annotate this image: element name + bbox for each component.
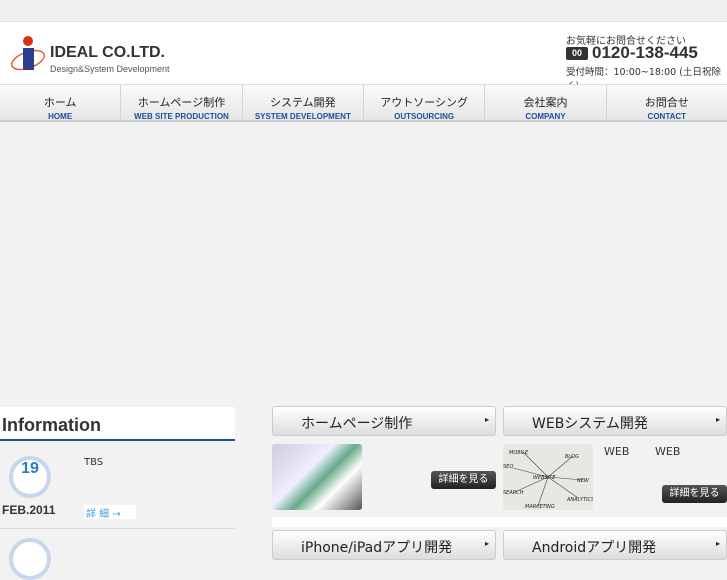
news-detail-link[interactable]: 詳 細 → <box>84 505 136 520</box>
svg-text:ANALYTICS: ANALYTICS <box>566 497 593 503</box>
nav-label: 会社案内 <box>523 96 568 109</box>
arrow-right-icon: ▸ <box>715 539 720 548</box>
svg-text:NEW: NEW <box>577 478 590 484</box>
header: IDEAL CO.LTD. Design&System Development … <box>0 22 727 92</box>
svg-text:SEARCH: SEARCH <box>503 490 524 496</box>
websystem-text: WEB <box>655 445 681 458</box>
svg-text:WEBSITE: WEBSITE <box>533 475 556 481</box>
news-date-month: FEB.2011 <box>2 503 56 517</box>
service-homepage-header[interactable]: ホームページ制作 ▸ <box>272 406 496 436</box>
nav-sub: OUTSOURCING <box>394 112 455 121</box>
arrow-right-icon: ▸ <box>715 415 720 424</box>
information-header: Information <box>0 407 235 441</box>
service-title: iPhone/iPadアプリ開発 <box>301 540 453 556</box>
svg-text:BLOG: BLOG <box>565 454 579 460</box>
homepage-detail-button[interactable]: 詳細を見る <box>431 471 496 489</box>
arrow-right-icon: ▸ <box>484 539 489 548</box>
nav-label: ホームページ制作 <box>137 96 226 109</box>
news-date-day <box>9 538 51 580</box>
nav-sub: HOME <box>48 112 73 121</box>
nav-label: ホーム <box>43 96 77 109</box>
divider <box>0 528 235 529</box>
freedial-icon: 00 <box>566 46 588 60</box>
nav-sub: COMPANY <box>525 112 566 121</box>
nav-label: アウトソーシング <box>380 96 469 109</box>
company-name: IDEAL CO.LTD. <box>50 44 165 61</box>
divider <box>272 517 727 527</box>
global-nav: ホーム HOME ホームページ制作 WEB SITE PRODUCTION システム… <box>0 84 727 122</box>
nav-website-production[interactable]: ホームページ制作 WEB SITE PRODUCTION <box>121 85 243 121</box>
nav-home[interactable]: ホーム HOME <box>0 85 122 121</box>
nav-outsourcing[interactable]: アウトソーシング OUTSOURCING <box>364 85 486 121</box>
service-android-header[interactable]: Androidアプリ開発 ▸ <box>503 530 727 560</box>
homepage-thumbnail <box>272 444 362 510</box>
company-logo[interactable] <box>10 34 50 74</box>
svg-text:MOBILE: MOBILE <box>509 450 529 456</box>
service-title: Androidアプリ開発 <box>532 540 657 556</box>
phone-number: 00 0120-138-445 <box>566 43 698 63</box>
nav-label: システム開発 <box>269 96 336 109</box>
svg-text:SEO: SEO <box>503 464 513 470</box>
nav-company[interactable]: 会社案内 COMPANY <box>485 85 607 121</box>
phone-text: 0120-138-445 <box>592 43 698 62</box>
nav-contact[interactable]: お問合せ CONTACT <box>607 85 727 121</box>
service-websystem-header[interactable]: WEBシステム開発 ▸ <box>503 406 727 436</box>
nav-sub: CONTACT <box>647 112 687 121</box>
websystem-thumbnail: MOBILE BLOG SEO WEBSITE NEW SEARCH ANALYTICS MA… <box>503 444 593 510</box>
top-strip <box>0 0 727 22</box>
news-text: TBS <box>84 457 104 468</box>
service-iphone-header[interactable]: iPhone/iPadアプリ開発 ▸ <box>272 530 496 560</box>
nav-sub: SYSTEM DEVELOPMENT <box>254 112 351 121</box>
nav-sub: WEB SITE PRODUCTION <box>134 112 229 121</box>
svg-text:MARKETING: MARKETING <box>525 504 555 510</box>
nav-system-development[interactable]: システム開発 SYSTEM DEVELOPMENT <box>243 85 364 121</box>
websystem-text: WEB <box>604 445 630 458</box>
service-title: ホームページ制作 <box>301 416 413 432</box>
service-title: WEBシステム開発 <box>532 416 648 432</box>
news-date-day: 19 <box>9 456 51 498</box>
nav-label: お問合せ <box>644 96 689 109</box>
company-tagline: Design&System Development <box>50 64 170 74</box>
websystem-detail-button[interactable]: 詳細を見る <box>662 485 727 503</box>
information-title: Information <box>2 415 101 435</box>
arrow-right-icon: ▸ <box>484 415 489 424</box>
